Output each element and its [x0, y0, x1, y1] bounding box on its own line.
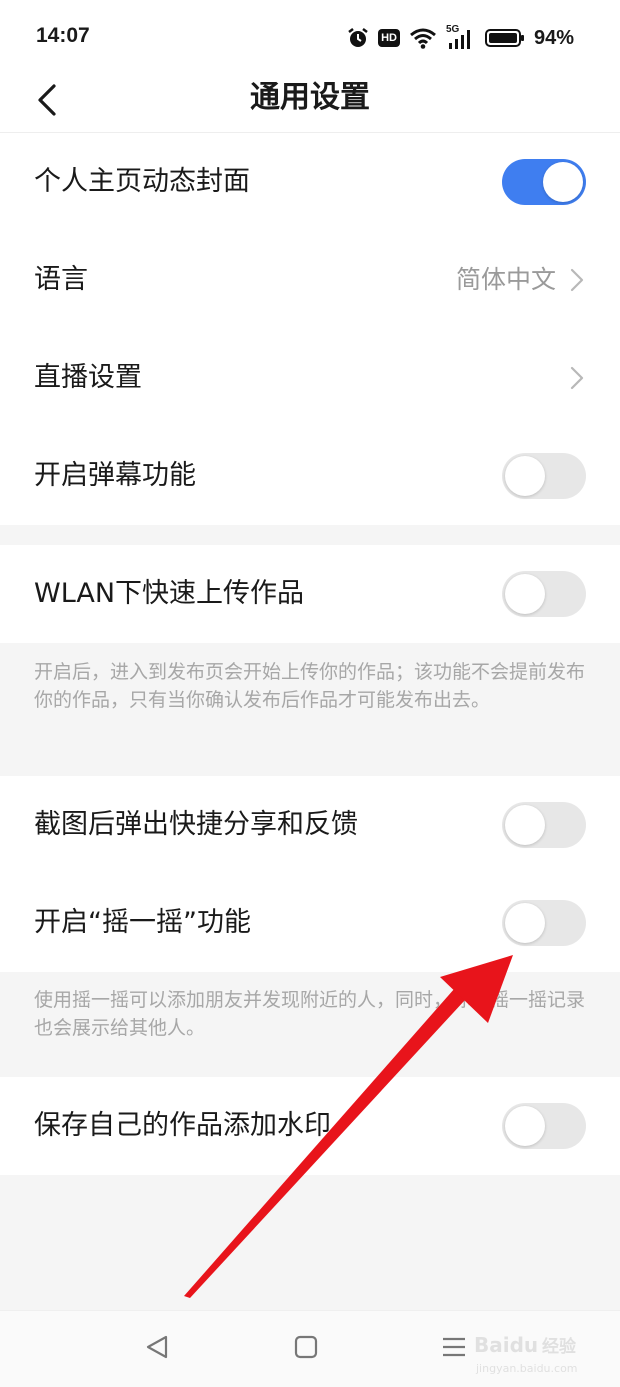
shake-toggle[interactable] [502, 900, 586, 946]
toggle-knob [505, 805, 545, 845]
setting-label: WLAN下快速上传作品 [34, 578, 305, 609]
watermark-suffix: 经验 [542, 1336, 577, 1357]
toggle-knob [543, 162, 583, 202]
danmaku-toggle[interactable] [502, 453, 586, 499]
setting-row-watermark: 保存自己的作品添加水印 [0, 1077, 620, 1175]
setting-label: 开启“摇一摇”功能 [34, 907, 251, 938]
hd-icon: HD [378, 29, 400, 47]
page-title: 通用设置 [250, 80, 370, 115]
chevron-right-icon [570, 366, 584, 390]
status-time: 14:07 [36, 24, 90, 47]
toggle-knob [505, 456, 545, 496]
setting-row-screenshot-share: 截图后弹出快捷分享和反馈 [0, 776, 620, 874]
setting-row-danmaku: 开启弹幕功能 [0, 427, 620, 525]
battery-icon [484, 29, 524, 47]
shake-description: 使用摇一摇可以添加朋友并发现附近的人，同时，你的摇一摇记录也会展示给其他人。 [34, 989, 586, 1039]
settings-group-share: 截图后弹出快捷分享和反馈 开启“摇一摇”功能 [0, 776, 620, 972]
baidu-jingyan-watermark: Baidu 经验 jingyan.baidu.com [474, 1333, 578, 1375]
setting-row-dynamic-cover: 个人主页动态封面 [0, 133, 620, 231]
wlan-upload-toggle[interactable] [502, 571, 586, 617]
setting-row-shake: 开启“摇一摇”功能 [0, 874, 620, 972]
chevron-right-icon [570, 268, 584, 292]
header: 通用设置 [0, 74, 620, 133]
wlan-upload-description: 开启后，进入到发布页会开始上传你的作品；该功能不会提前发布你的作品，只有当你确认… [34, 661, 586, 711]
setting-row-live[interactable]: 直播设置 [0, 329, 620, 427]
signal-icon: 5G [446, 24, 476, 50]
setting-label: 保存自己的作品添加水印 [34, 1110, 331, 1141]
status-bar: 14:07 HD 5G 94% [0, 0, 620, 74]
toggle-knob [505, 903, 545, 943]
watermark-brand: Baidu [474, 1333, 538, 1357]
home-square-icon[interactable] [284, 1325, 328, 1369]
wifi-icon [410, 28, 436, 49]
toggle-knob [505, 1106, 545, 1146]
setting-label: 个人主页动态封面 [34, 166, 250, 197]
dynamic-cover-toggle[interactable] [502, 159, 586, 205]
settings-group-watermark: 保存自己的作品添加水印 [0, 1077, 620, 1175]
setting-label: 语言 [34, 264, 88, 295]
back-triangle-icon[interactable] [136, 1325, 180, 1369]
setting-row-wlan-upload: WLAN下快速上传作品 [0, 545, 620, 643]
settings-group-general: 个人主页动态封面 语言 简体中文 直播设置 开启弹幕功能 [0, 133, 620, 525]
status-icons: HD 5G 94% [347, 24, 574, 51]
watermark-domain: jingyan.baidu.com [475, 1362, 578, 1375]
toggle-knob [505, 574, 545, 614]
setting-label: 截图后弹出快捷分享和反馈 [34, 809, 358, 840]
alarm-icon [348, 28, 368, 47]
screenshot-share-toggle[interactable] [502, 802, 586, 848]
setting-label: 直播设置 [34, 362, 142, 393]
settings-group-wlan: WLAN下快速上传作品 [0, 545, 620, 643]
language-value: 简体中文 [455, 265, 556, 294]
watermark-toggle[interactable] [502, 1103, 586, 1149]
battery-percentage: 94% [533, 26, 574, 49]
menu-lines-icon[interactable] [432, 1325, 476, 1369]
setting-label: 开启弹幕功能 [34, 460, 196, 491]
setting-row-language[interactable]: 语言 简体中文 [0, 231, 620, 329]
